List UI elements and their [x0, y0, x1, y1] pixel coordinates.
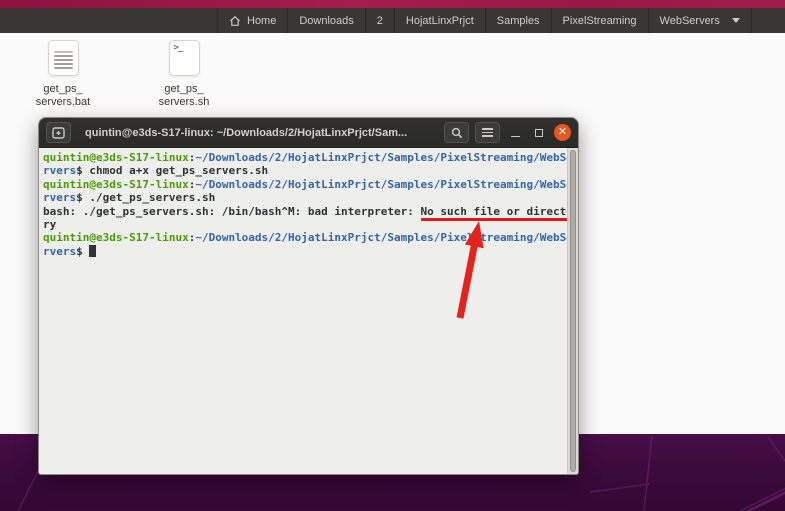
terminal-line: rvers$ chmod a+x get_ps_servers.sh — [43, 164, 578, 177]
terminal-text: ~/Downloads/2/HojatLinxPrjct/Samples/Pix… — [195, 178, 573, 191]
close-icon: ✕ — [558, 127, 567, 138]
terminal-titlebar[interactable]: quintin@e3ds-S17-linux: ~/Downloads/2/Ho… — [39, 118, 578, 148]
terminal-scrollbar[interactable] — [567, 148, 578, 474]
search-button[interactable] — [444, 122, 469, 143]
breadcrumb-item-webservers[interactable]: WebServers — [649, 8, 752, 33]
shell-script-icon: >_ — [169, 40, 200, 76]
breadcrumb-item-2[interactable]: 2 — [366, 8, 395, 33]
breadcrumb-label: 2 — [377, 15, 383, 27]
breadcrumb-label: WebServers — [660, 15, 720, 27]
file-label: get_ps_ servers.bat — [17, 83, 109, 108]
terminal-text: ~/Downloads/2/HojatLinxPrjct/Samples/Pix… — [195, 151, 573, 164]
terminal-prompt-glyph: >_ — [174, 43, 183, 53]
file-item-get_ps_servers-sh[interactable]: >_ get_ps_ servers.sh — [138, 40, 230, 108]
terminal-line: quintin@e3ds-S17-linux:~/Downloads/2/Hoj… — [43, 151, 578, 164]
new-tab-button[interactable] — [46, 122, 71, 143]
file-name-line1: get_ps_ — [138, 83, 230, 96]
terminal-window: quintin@e3ds-S17-linux: ~/Downloads/2/Ho… — [38, 117, 579, 475]
breadcrumb-item-home[interactable]: Home — [218, 8, 288, 33]
breadcrumb-bar: Home Downloads 2 HojatLinxPrjct Samples Pixel… — [217, 8, 752, 33]
terminal-text: $ ./get_ps_servers.sh — [76, 191, 215, 204]
terminal-window-title: quintin@e3ds-S17-linux: ~/Downloads/2/Ho… — [85, 127, 407, 139]
file-name-line1: get_ps_ — [17, 83, 109, 96]
error-text-underlined: No such file or directo — [421, 205, 575, 221]
file-item-get_ps_servers-bat[interactable]: get_ps_ servers.bat — [17, 40, 109, 108]
minimize-button[interactable] — [506, 122, 524, 143]
terminal-line: quintin@e3ds-S17-linux:~/Downloads/2/Hoj… — [43, 231, 578, 244]
terminal-text: rvers — [43, 164, 76, 177]
document-lines-glyph — [54, 51, 73, 71]
terminal-text: quintin@e3ds-S17-linux — [43, 178, 189, 191]
maximize-icon — [535, 129, 543, 137]
hamburger-icon — [482, 126, 493, 139]
breadcrumb-label: Home — [247, 15, 276, 27]
file-manager-toolbar: Home Downloads 2 HojatLinxPrjct Samples Pixel… — [0, 8, 785, 33]
breadcrumb-label: HojatLinxPrjct — [406, 15, 474, 27]
terminal-line: bash: ./get_ps_servers.sh: /bin/bash^M: … — [43, 205, 578, 218]
terminal-output[interactable]: quintin@e3ds-S17-linux:~/Downloads/2/Hoj… — [39, 148, 578, 475]
search-icon — [451, 127, 463, 139]
scrollbar-thumb[interactable] — [570, 150, 576, 472]
breadcrumb-label: PixelStreaming — [563, 15, 637, 27]
terminal-text: ry — [43, 218, 56, 231]
close-button[interactable]: ✕ — [554, 124, 571, 141]
file-name-line2: servers.sh — [138, 96, 230, 109]
breadcrumb-item-samples[interactable]: Samples — [486, 8, 552, 33]
text-document-icon — [48, 40, 79, 76]
breadcrumb-label: Downloads — [299, 15, 353, 27]
terminal-text: ~/Downloads/2/HojatLinxPrjct/Samples/Pix… — [195, 231, 573, 244]
breadcrumb-item-pixelstreaming[interactable]: PixelStreaming — [552, 8, 649, 33]
terminal-text: quintin@e3ds-S17-linux — [43, 151, 189, 164]
terminal-line: rvers$ ./get_ps_servers.sh — [43, 191, 578, 204]
breadcrumb-item-hojatlinxprjct[interactable]: HojatLinxPrjct — [395, 8, 486, 33]
minimize-icon — [511, 136, 520, 138]
terminal-line: rvers$ — [43, 245, 578, 258]
breadcrumb-item-downloads[interactable]: Downloads — [288, 8, 365, 33]
file-name-line2: servers.bat — [17, 96, 109, 109]
terminal-line: quintin@e3ds-S17-linux:~/Downloads/2/Hoj… — [43, 178, 578, 191]
terminal-text: $ chmod a+x get_ps_servers.sh — [76, 164, 268, 177]
breadcrumb-label: Samples — [497, 15, 540, 27]
wallpaper-top-band — [0, 0, 785, 8]
terminal-text: rvers — [43, 191, 76, 204]
menu-button[interactable] — [475, 122, 500, 143]
new-tab-icon — [52, 127, 65, 139]
home-icon — [229, 15, 241, 27]
terminal-text: quintin@e3ds-S17-linux — [43, 231, 189, 244]
chevron-down-icon — [732, 18, 740, 23]
terminal-cursor — [89, 245, 96, 257]
terminal-text: $ — [76, 245, 89, 258]
terminal-text: bash: ./get_ps_servers.sh: /bin/bash^M: … — [43, 205, 421, 218]
file-label: get_ps_ servers.sh — [138, 83, 230, 108]
maximize-button[interactable] — [530, 122, 548, 143]
terminal-text: rvers — [43, 245, 76, 258]
